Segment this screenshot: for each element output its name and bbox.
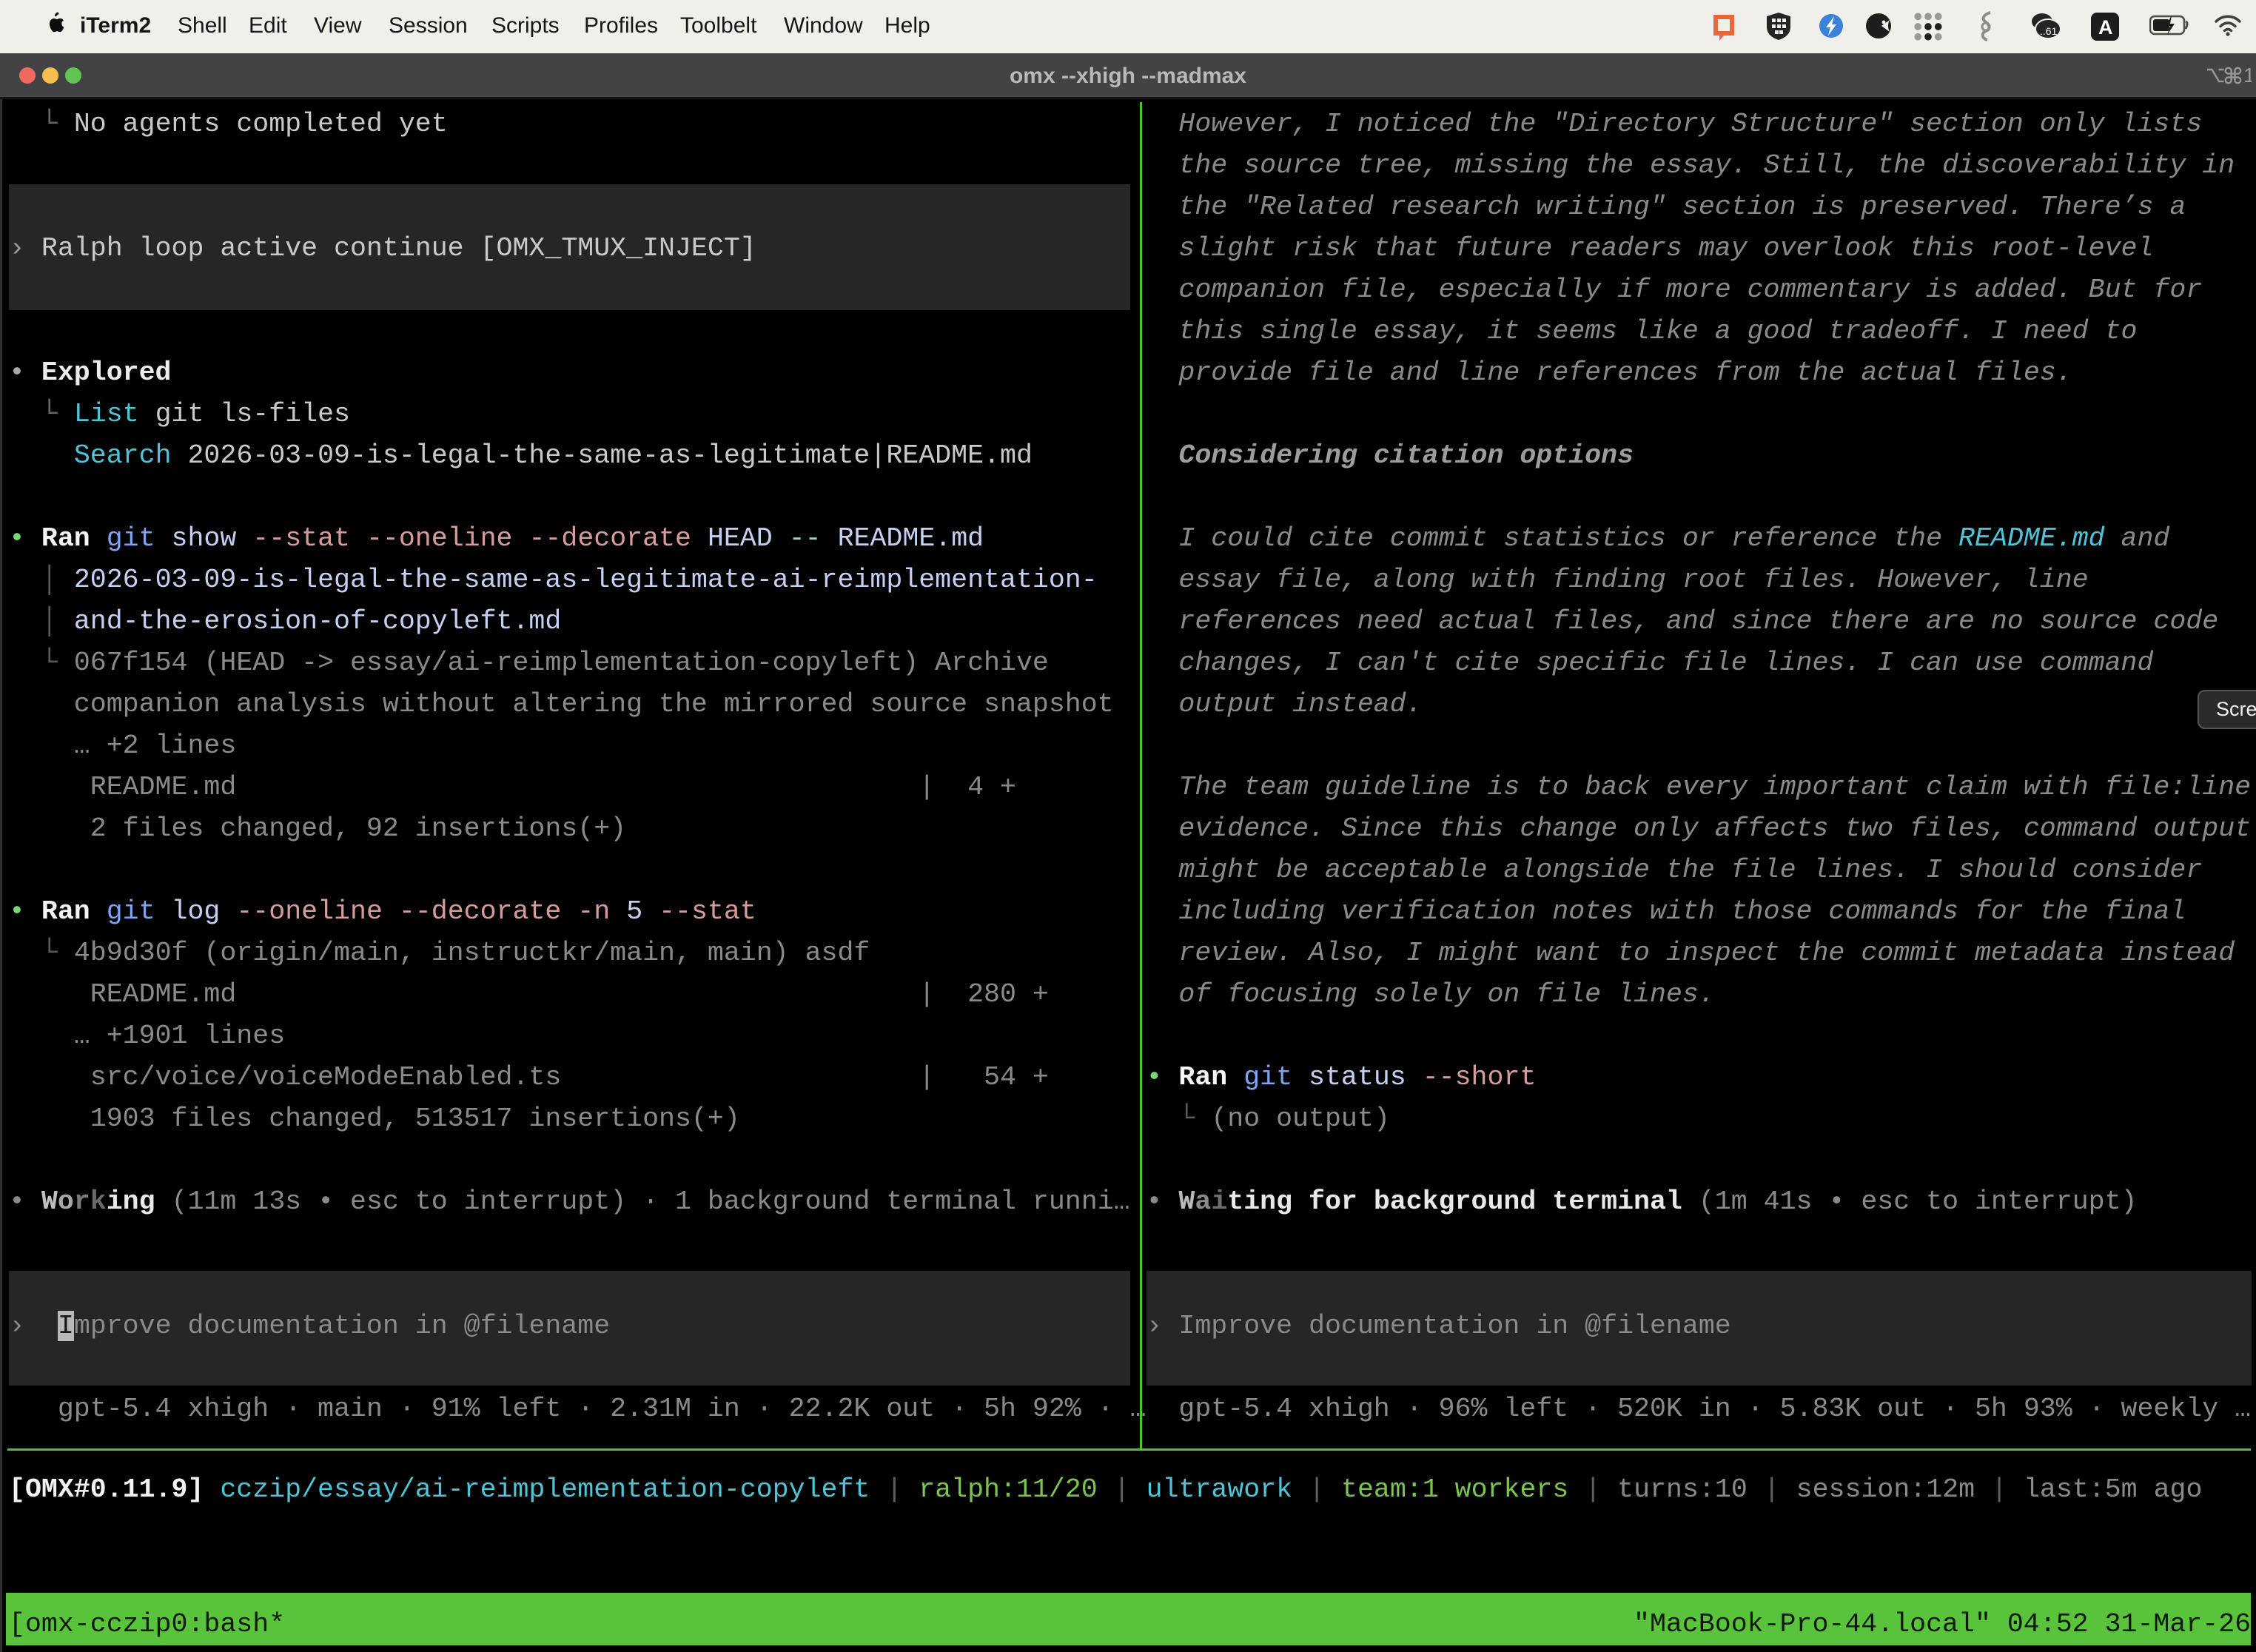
svg-text:1: 1: [2243, 64, 2252, 87]
svg-text:..61: ..61: [2040, 25, 2058, 37]
svg-text:A: A: [2098, 16, 2113, 38]
